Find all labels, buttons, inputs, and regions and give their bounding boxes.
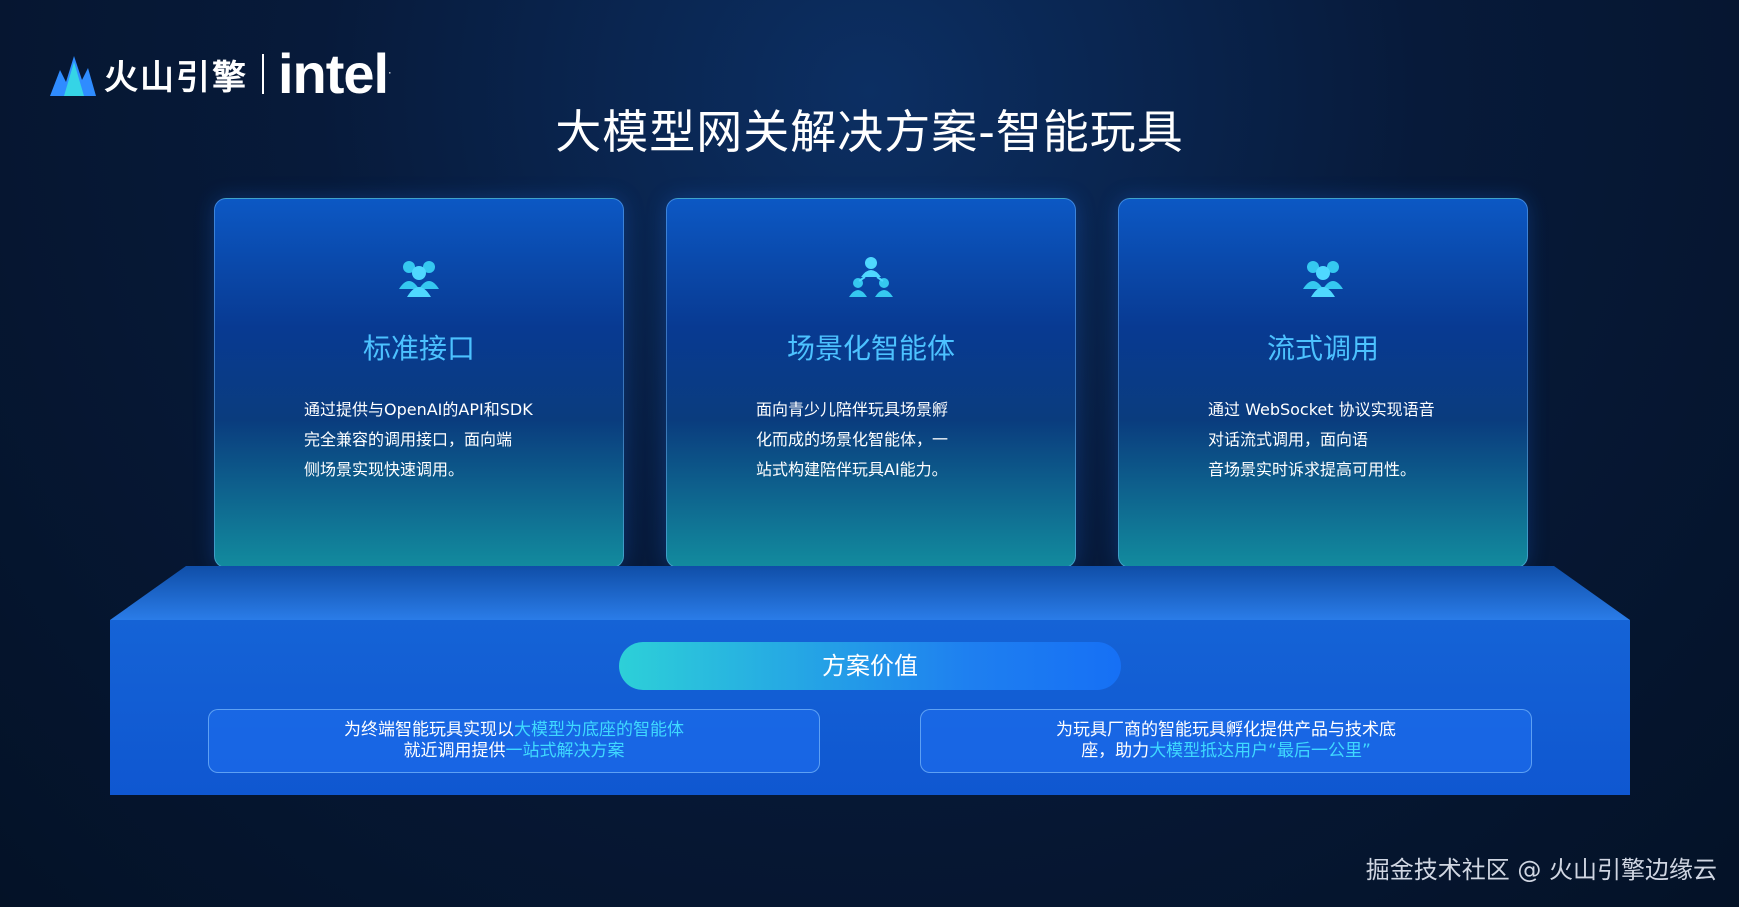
brand-intel: intel. bbox=[278, 42, 392, 105]
value-label: 方案价值 bbox=[619, 642, 1121, 690]
value-box-left: 为终端智能玩具实现以大模型为底座的智能体 就近调用提供一站式解决方案 bbox=[208, 709, 820, 773]
page-title: 大模型网关解决方案-智能玩具 bbox=[555, 105, 1184, 159]
volcano-logo-icon bbox=[50, 56, 96, 96]
logo-divider bbox=[262, 54, 264, 94]
card-title: 场景化智能体 bbox=[786, 332, 955, 365]
card-streaming-call: 流式调用 通过 WebSocket 协议实现语音 对话流式调用，面向语 音场景实时诉… bbox=[1118, 198, 1528, 568]
card-title: 流式调用 bbox=[1266, 332, 1379, 365]
brand-volcano: 火山引擎 bbox=[104, 57, 248, 98]
platform-top bbox=[110, 566, 1630, 620]
card-title: 标准接口 bbox=[362, 332, 475, 365]
footer-watermark: 掘金技术社区 @ 火山引擎边缘云 bbox=[1365, 856, 1717, 884]
card-description: 通过 WebSocket 协议实现语音 对话流式调用，面向语 音场景实时诉求提高可用… bbox=[1208, 400, 1435, 479]
card-standard-interface: 标准接口 通过提供与OpenAI的API和SDK 完全兼容的调用接口，面向端 侧场景… bbox=[214, 198, 624, 568]
card-description: 通过提供与OpenAI的API和SDK 完全兼容的调用接口，面向端 侧场景实现快速调… bbox=[304, 400, 533, 479]
group-icon bbox=[399, 261, 439, 297]
card-description: 面向青少儿陪伴玩具场景孵 化而成的场景化智能体，一 站式构建陪伴玩具AI能力。 bbox=[756, 400, 949, 479]
network-icon bbox=[849, 257, 893, 297]
value-box-right: 为玩具厂商的智能玩具孵化提供产品与技术底 座，助力大模型抵达用户“最后一公里” bbox=[920, 709, 1532, 773]
logo: 火山引擎 intel. bbox=[50, 42, 392, 105]
card-scenario-agent: 场景化智能体 面向青少儿陪伴玩具场景孵 化而成的场景化智能体，一 站式构建陪伴玩具A… bbox=[666, 198, 1076, 568]
group-icon bbox=[1303, 261, 1343, 297]
